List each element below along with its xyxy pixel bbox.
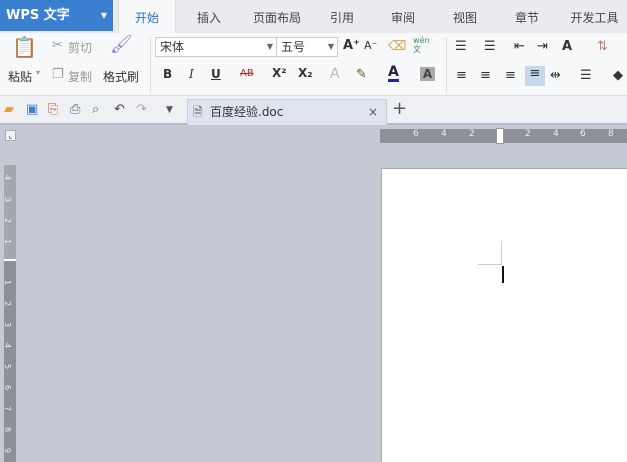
- ruler-label: 6: [3, 384, 13, 391]
- copy-icon: ❐: [52, 67, 64, 82]
- font-size-select[interactable]: 五号 ▼: [276, 37, 338, 57]
- tab-view[interactable]: 视图: [442, 0, 488, 33]
- align-left-icon[interactable]: ≡: [456, 68, 467, 84]
- print-preview-icon[interactable]: ⌕: [92, 102, 99, 118]
- tab-developer[interactable]: 开发工具: [562, 0, 627, 33]
- subscript-button[interactable]: X₂: [298, 66, 313, 80]
- ruler-label: 8: [3, 426, 13, 433]
- undo-icon[interactable]: ↶: [114, 102, 125, 118]
- print-icon[interactable]: ⎙: [70, 102, 80, 118]
- format-painter-icon: 🖌: [110, 34, 133, 55]
- vertical-ruler[interactable]: 4 3 2 1 1 2 3 4 5 6 7 8 9: [3, 165, 16, 462]
- ruler-label: 1: [3, 238, 13, 245]
- paste-icon[interactable]: 📋: [12, 37, 37, 63]
- new-tab-button[interactable]: +: [392, 98, 407, 119]
- superscript-button[interactable]: X²: [272, 66, 287, 80]
- ruler-label: 2: [469, 129, 475, 139]
- justify-icon[interactable]: ≡: [525, 66, 545, 86]
- tab-review[interactable]: 审阅: [380, 0, 426, 33]
- decrease-indent-icon[interactable]: ⇤: [514, 39, 525, 55]
- chevron-down-icon[interactable]: ▼: [166, 102, 173, 118]
- shading-icon[interactable]: ◆: [613, 68, 623, 84]
- margin-corner-mark: [478, 264, 502, 265]
- increase-indent-icon[interactable]: ⇥: [537, 39, 548, 55]
- ruler-label: 1: [3, 279, 13, 286]
- tab-insert[interactable]: 插入: [186, 0, 232, 33]
- wps-app-menu-button[interactable]: WPS 文字 ▼: [0, 0, 113, 31]
- italic-button[interactable]: I: [189, 67, 194, 81]
- numbered-list-icon[interactable]: ☰: [484, 39, 496, 55]
- change-case-icon[interactable]: A: [562, 39, 572, 55]
- sort-icon[interactable]: ⇅: [597, 39, 608, 55]
- export-pdf-icon[interactable]: ⎘: [48, 102, 58, 118]
- ruler-label: 5: [3, 363, 13, 370]
- document-tab-title: 百度经验.doc: [210, 105, 284, 119]
- ruler-label: 6: [580, 129, 586, 139]
- document-tab[interactable]: 🗎 百度经验.doc ×: [187, 99, 387, 125]
- ruler-label: 3: [3, 196, 13, 203]
- align-center-icon[interactable]: ≡: [480, 68, 491, 84]
- tab-start[interactable]: 开始: [118, 0, 176, 33]
- scissors-icon: ✂: [52, 38, 63, 53]
- ruler-label: 2: [525, 129, 531, 139]
- font-size-value: 五号: [281, 40, 306, 54]
- chevron-down-icon: ▼: [327, 42, 334, 51]
- format-painter-button[interactable]: 格式刷: [103, 68, 139, 85]
- ruler-label: 2: [3, 300, 13, 307]
- cut-button[interactable]: 剪切: [68, 39, 92, 56]
- char-shading-button[interactable]: A: [420, 67, 435, 81]
- chevron-down-icon[interactable]: ▾: [36, 68, 40, 77]
- ruler-label: 4: [3, 174, 13, 181]
- grow-font-button[interactable]: A⁺: [343, 38, 360, 53]
- ruler-label: 8: [608, 129, 614, 139]
- chevron-down-icon: ▼: [100, 11, 107, 20]
- ribbon: 📋 粘贴 ▾ ✂ 剪切 ❐ 复制 🖌 格式刷 宋体 ▼ 五号 ▼ A⁺ A⁻ ⌫ w…: [0, 33, 627, 96]
- distribute-icon[interactable]: ⇹: [550, 68, 561, 84]
- margin-corner-mark: [501, 241, 502, 265]
- ruler-label: 7: [3, 405, 13, 412]
- ruler-label: 4: [3, 342, 13, 349]
- open-folder-icon[interactable]: ▰: [4, 102, 14, 118]
- horizontal-ruler[interactable]: 6 4 2 2 4 6 8: [380, 128, 627, 144]
- close-tab-button[interactable]: ×: [368, 100, 378, 124]
- font-name-select[interactable]: 宋体 ▼: [155, 37, 277, 57]
- clear-format-icon[interactable]: ⌫: [388, 39, 406, 55]
- menu-bar: WPS 文字 ▼ 开始 插入 页面布局 引用 审阅 视图 章节 开发工具: [0, 0, 627, 33]
- shrink-font-button[interactable]: A⁻: [364, 39, 377, 52]
- font-name-value: 宋体: [160, 40, 185, 54]
- tab-references[interactable]: 引用: [320, 0, 364, 33]
- ruler-label: 2: [3, 217, 13, 224]
- save-icon[interactable]: ▣: [26, 102, 38, 118]
- tab-section[interactable]: 章节: [504, 0, 550, 33]
- highlight-icon[interactable]: ✎: [356, 67, 367, 83]
- ruler-label: 4: [441, 129, 447, 139]
- chevron-down-icon: ▼: [266, 42, 273, 51]
- strikethrough-button[interactable]: AB: [240, 68, 254, 79]
- indent-marker[interactable]: [496, 128, 504, 144]
- ruler-label: 9: [3, 447, 13, 454]
- app-logo: WPS 文字: [6, 8, 70, 23]
- document-icon: 🗎: [193, 105, 203, 119]
- font-color-button[interactable]: A: [388, 65, 399, 82]
- bullet-list-icon[interactable]: ☰: [455, 39, 467, 55]
- ruler-label: 6: [413, 129, 419, 139]
- text-effect-button[interactable]: A: [330, 66, 340, 82]
- align-right-icon[interactable]: ≡: [505, 68, 516, 84]
- pinyin-button[interactable]: wén文: [413, 36, 430, 54]
- bold-button[interactable]: B: [163, 67, 172, 81]
- paste-button[interactable]: 粘贴: [8, 68, 32, 85]
- ruler-label: 3: [3, 321, 13, 328]
- redo-icon[interactable]: ↷: [136, 102, 147, 118]
- copy-button[interactable]: 复制: [68, 68, 92, 85]
- tab-stop-selector[interactable]: ⌞: [5, 130, 16, 141]
- line-spacing-icon[interactable]: ☰: [580, 68, 592, 84]
- ruler-label: 4: [553, 129, 559, 139]
- text-cursor: [502, 266, 504, 283]
- document-page[interactable]: [381, 168, 627, 462]
- underline-button[interactable]: U: [211, 67, 221, 81]
- tab-page-layout[interactable]: 页面布局: [244, 0, 310, 33]
